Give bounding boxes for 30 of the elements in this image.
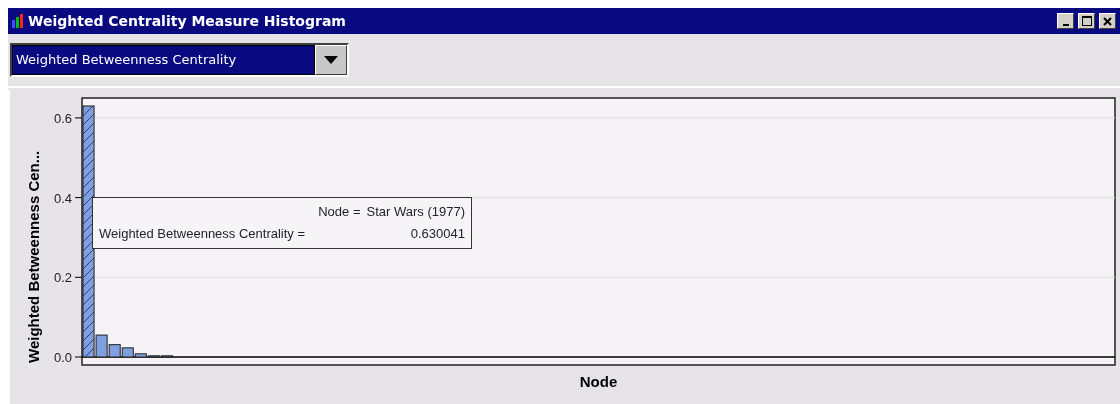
measure-dropdown[interactable]: Weighted Betweenness Centrality — [10, 43, 349, 77]
y-axis-tick — [74, 356, 83, 358]
tooltip-value: 0.630041 — [410, 225, 465, 243]
minimize-icon — [1062, 23, 1069, 26]
histogram-bar[interactable] — [121, 347, 134, 358]
caret-icon — [324, 56, 338, 64]
tooltip-value: Star Wars (1977) — [366, 203, 465, 221]
tooltip-label: Weighted Betweenness Centrality = — [99, 225, 306, 243]
maximize-icon — [1081, 16, 1092, 26]
y-axis-title: Weighted Betweenness Cen... — [25, 150, 42, 363]
y-tick-label: 0.0 — [53, 350, 72, 365]
close-icon — [1103, 16, 1112, 26]
y-axis-tick — [74, 276, 83, 278]
y-tick-label: 0.4 — [53, 190, 72, 206]
y-axis-tick — [74, 197, 83, 199]
bar-chart-icon — [12, 14, 24, 28]
histogram-bar[interactable] — [82, 105, 95, 358]
maximize-button[interactable] — [1078, 13, 1095, 29]
histogram-bar[interactable] — [108, 344, 121, 358]
x-axis-title: Node — [579, 373, 618, 390]
histogram-bar[interactable] — [134, 353, 147, 358]
close-button[interactable] — [1099, 13, 1116, 29]
window-title: Weighted Centrality Measure Histogram — [28, 11, 346, 31]
dropdown-value: Weighted Betweenness Centrality — [12, 45, 315, 75]
minimize-button[interactable] — [1057, 13, 1074, 29]
y-tick-label: 0.2 — [53, 270, 72, 286]
y-tick-label: 0.6 — [53, 110, 72, 126]
y-axis-tick — [74, 117, 83, 119]
histogram-bar[interactable] — [160, 355, 174, 358]
tooltip-label: Node = — [318, 203, 361, 221]
